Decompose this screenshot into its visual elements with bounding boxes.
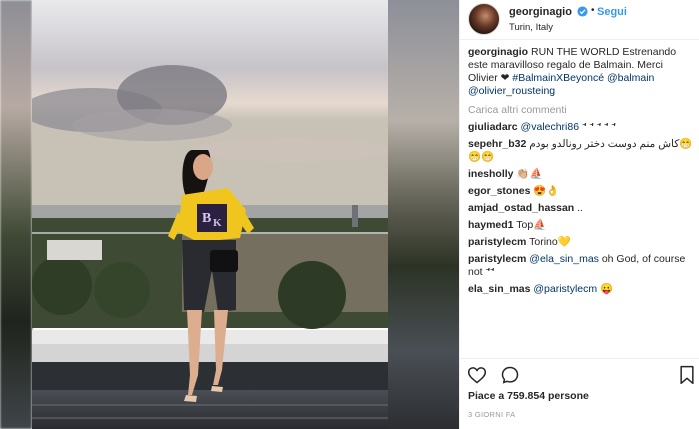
likes-count[interactable]: Piace a 759.854 persone (468, 390, 589, 402)
comment-username[interactable]: egor_stones (468, 185, 530, 197)
comments-list[interactable]: georginagio RUN THE WORLD Estrenando est… (468, 46, 694, 358)
comment-username[interactable]: haymed1 (468, 219, 514, 231)
media-blur-left (0, 0, 32, 429)
avatar[interactable] (468, 3, 500, 35)
post-header: georginagio • Segui Turin, Italy (460, 0, 699, 40)
comment-text: .. (574, 202, 583, 214)
heart-icon[interactable] (467, 365, 487, 385)
comment-item: inesholly 👏🏼⛵ (468, 168, 694, 181)
photo-illustration: B K (32, 0, 388, 429)
comment-username[interactable]: paristylecm (468, 253, 526, 265)
comment-text: 𝀀 𝀀 𝀀 𝀀 𝀀 (579, 121, 616, 133)
mention-link[interactable]: @olivier_rousteing (468, 85, 555, 97)
post-photo[interactable]: B K (32, 0, 388, 429)
comment-text: 👏🏼⛵ (513, 168, 543, 180)
comment-username[interactable]: paristylecm (468, 236, 526, 248)
comment-text: 😍👌 (530, 185, 560, 197)
hashtag-link[interactable]: #BalmainXBeyoncé (512, 72, 604, 84)
media-blur-right (388, 0, 459, 429)
mention-link[interactable]: @balmain (607, 72, 654, 84)
follow-button[interactable]: Segui (597, 6, 627, 18)
comment-item: sepehr_b32 کاش منم دوست دختر رونالدو بود… (468, 138, 694, 164)
post-actions (460, 358, 699, 388)
comment-item: paristylecm @ela_sin_mas oh God, of cour… (468, 253, 694, 279)
comment-item: haymed1 Top⛵ (468, 219, 694, 232)
comment-username[interactable]: sepehr_b32 (468, 138, 526, 150)
comment-mention[interactable]: @valechri86 (521, 121, 580, 133)
svg-text:K: K (213, 217, 222, 229)
post-caption: georginagio RUN THE WORLD Estrenando est… (468, 46, 694, 98)
comment-item: giuliadarc @valechri86 𝀀 𝀀 𝀀 𝀀 𝀀 (468, 121, 694, 134)
comment-icon[interactable] (500, 365, 520, 385)
comment-item: amjad_ostad_hassan .. (468, 202, 694, 215)
comment-item: egor_stones 😍👌 (468, 185, 694, 198)
comment-text: 😛 (597, 283, 614, 295)
comment-item: paristylecm Torino💛 (468, 236, 694, 249)
bookmark-icon[interactable] (679, 365, 695, 385)
comment-username[interactable]: giuliadarc (468, 121, 518, 133)
svg-text:B: B (202, 211, 211, 226)
post-sidebar: georginagio • Segui Turin, Italy georgin… (459, 0, 699, 429)
header-username[interactable]: georginagio (509, 6, 572, 18)
verified-badge-icon (577, 6, 588, 17)
comment-text: Torino💛 (526, 236, 571, 248)
location-link[interactable]: Turin, Italy (509, 22, 553, 33)
load-more-comments-button[interactable]: Carica altri commenti (468, 104, 694, 117)
comment-mention[interactable]: @ela_sin_mas (529, 253, 599, 265)
comment-item: ela_sin_mas @paristylecm 😛 (468, 283, 694, 296)
comment-text: Top⛵ (513, 219, 547, 231)
post-media[interactable]: B K (0, 0, 459, 429)
post-timestamp[interactable]: 3 GIORNI FA (468, 410, 515, 419)
separator-dot: • (591, 5, 595, 16)
caption-username[interactable]: georginagio (468, 46, 528, 58)
comment-username[interactable]: inesholly (468, 168, 514, 180)
comment-username[interactable]: amjad_ostad_hassan (468, 202, 574, 214)
comment-username[interactable]: ela_sin_mas (468, 283, 530, 295)
comment-mention[interactable]: @paristylecm (533, 283, 597, 295)
